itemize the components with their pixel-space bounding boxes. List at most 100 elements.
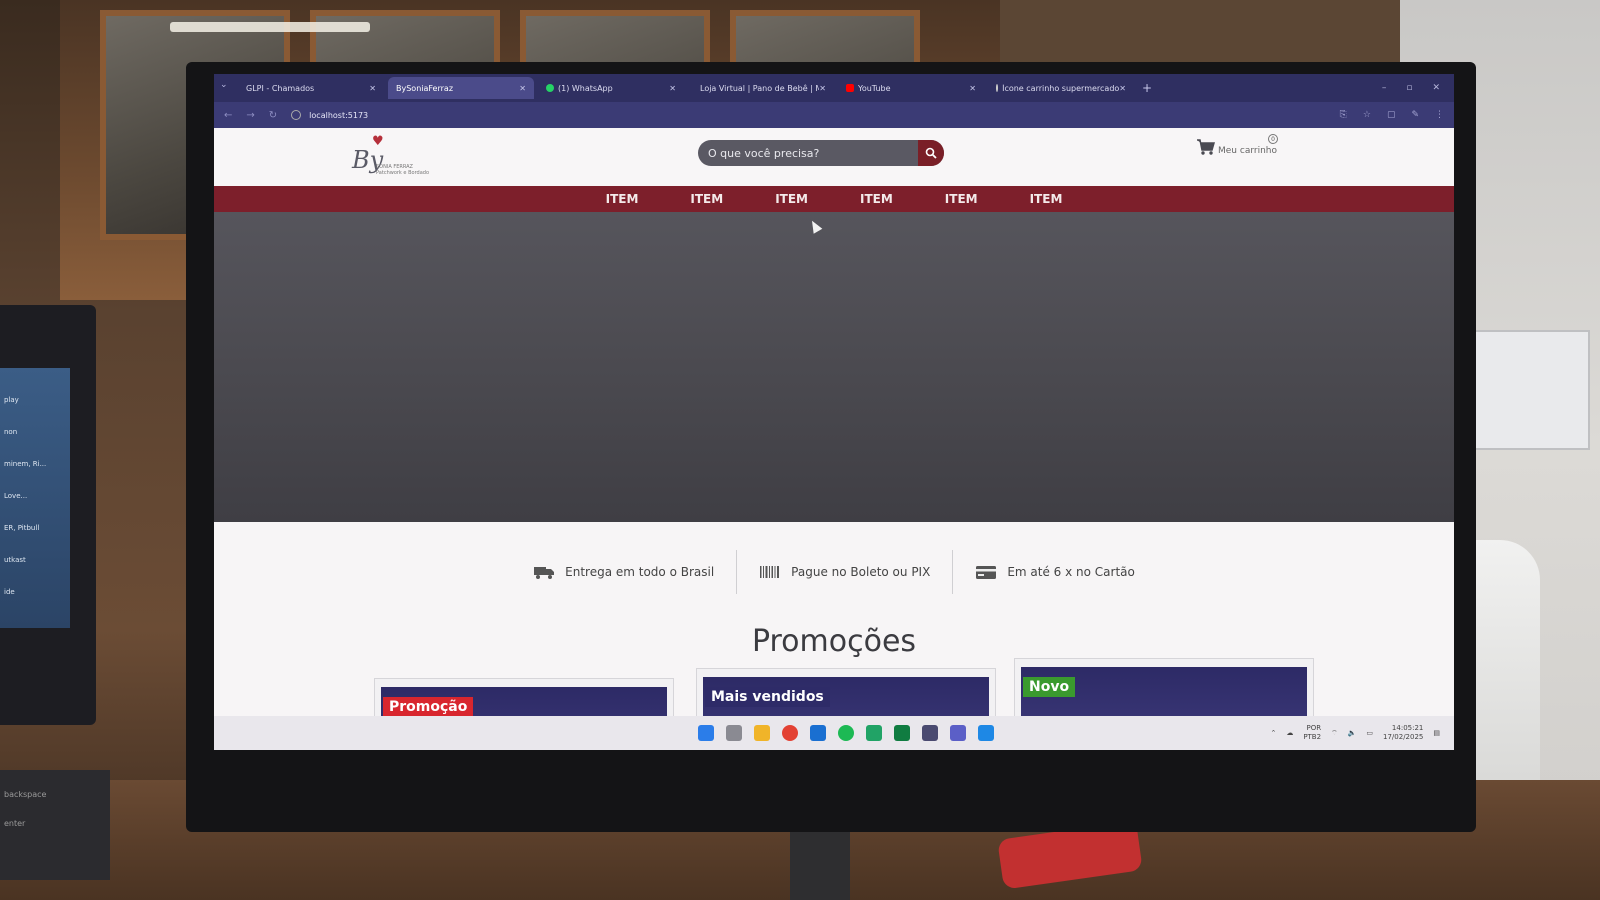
wifi-icon[interactable]: ⌔ — [1331, 729, 1338, 738]
window-controls: – ▫ ✕ — [1382, 83, 1454, 93]
nav-item[interactable]: ITEM — [606, 192, 639, 206]
tab-title: Ícone carrinho supermercado — [1002, 83, 1120, 93]
benefits-strip: Entrega em todo o Brasil Pague no Boleto… — [214, 522, 1454, 622]
laptop-keyboard: backspace enter — [0, 770, 110, 880]
nav-item[interactable]: ITEM — [775, 192, 808, 206]
browser-tab-active[interactable]: BySoniaFerraz ✕ — [388, 77, 534, 99]
search-icon — [925, 147, 937, 159]
url-text: localhost:5173 — [309, 110, 369, 120]
browser-tab[interactable]: Ícone carrinho supermercado ✕ — [988, 77, 1134, 99]
logo-subtitle: SONIA FERRAZ Patchwork e Bordado — [376, 164, 430, 176]
lang-top: POR — [1306, 724, 1322, 732]
back-icon[interactable]: ← — [224, 110, 232, 121]
search-button[interactable] — [918, 140, 944, 166]
translate-icon[interactable]: ⎘ — [1340, 110, 1347, 120]
tab-title: (1) WhatsApp — [558, 83, 613, 93]
laptop-line: non — [4, 428, 18, 436]
spotify-icon[interactable] — [838, 725, 854, 741]
globe-icon — [996, 84, 999, 92]
cart-button[interactable]: Meu carrinho 0 — [1196, 134, 1278, 156]
sheets-icon[interactable] — [866, 725, 882, 741]
laptop-line: minem, Ri... — [4, 460, 47, 468]
tab-search-icon[interactable]: ⌄ — [220, 80, 238, 96]
minimize-icon[interactable]: – — [1382, 83, 1387, 93]
extensions-icon[interactable]: ▢ — [1387, 110, 1396, 120]
close-icon[interactable]: ✕ — [969, 84, 976, 93]
close-icon[interactable]: ✕ — [1119, 84, 1126, 93]
bookmark-star-icon[interactable]: ☆ — [1363, 110, 1371, 120]
excel-icon[interactable] — [894, 725, 910, 741]
browser-addressbar: ← → ↻ localhost:5173 ⎘ ☆ ▢ ✎ ⋮ — [214, 102, 1454, 128]
search-placeholder: O que você precisa? — [708, 146, 820, 160]
laptop-line: play — [4, 396, 19, 404]
category-nav: ITEM ITEM ITEM ITEM ITEM ITEM — [214, 186, 1454, 212]
notification-icon[interactable]: ▤ — [1433, 729, 1440, 737]
card-tag-promo: Promoção — [383, 697, 474, 717]
search-input[interactable]: O que você precisa? — [698, 140, 944, 166]
forward-icon[interactable]: → — [246, 110, 254, 121]
vscode-icon[interactable] — [978, 725, 994, 741]
ceiling-light — [170, 22, 370, 32]
taskbar-apps — [698, 725, 994, 741]
system-tray: ⌃ ☁ POR PTB2 ⌔ 🔈 ▭ 14:05:21 17/02/2025 ▤ — [1270, 724, 1440, 742]
language-indicator[interactable]: POR PTB2 — [1303, 724, 1321, 742]
close-icon[interactable]: ✕ — [519, 84, 526, 93]
laptop-line: ide — [4, 588, 15, 596]
laptop-line: ER, Pitbull — [4, 524, 40, 532]
youtube-icon — [846, 84, 854, 92]
file-explorer-icon[interactable] — [754, 725, 770, 741]
barcode-icon — [760, 566, 780, 578]
close-icon[interactable]: ✕ — [369, 84, 376, 93]
app-icon[interactable] — [950, 725, 966, 741]
benefit-text: Pague no Boleto ou PIX — [791, 565, 931, 579]
nav-item[interactable]: ITEM — [690, 192, 723, 206]
tab-title: GLPI - Chamados — [246, 83, 315, 93]
lang-bottom: PTB2 — [1303, 733, 1322, 741]
close-icon[interactable]: ✕ — [669, 84, 676, 93]
clock[interactable]: 14:05:21 17/02/2025 — [1383, 724, 1423, 742]
site-info-icon[interactable] — [291, 110, 302, 120]
cart-icon — [1197, 139, 1215, 155]
clock-time: 14:05:21 — [1391, 724, 1424, 732]
battery-icon[interactable]: ▭ — [1366, 729, 1373, 737]
key-label: backspace — [4, 790, 47, 799]
section-title: Promoções — [751, 624, 917, 659]
card-tag-bestsellers: Mais vendidos — [705, 687, 830, 707]
laptop-screen: play non minem, Ri... Love... ER, Pitbul… — [0, 368, 70, 628]
benefit-text: Entrega em todo o Brasil — [565, 565, 715, 579]
browser-tab[interactable]: GLPI - Chamados ✕ — [238, 77, 384, 99]
start-windows-icon[interactable] — [698, 725, 714, 741]
tab-title: BySoniaFerraz — [396, 83, 454, 93]
menu-dots-icon[interactable]: ⋮ — [1435, 110, 1444, 120]
url-field[interactable]: localhost:5173 — [291, 110, 368, 120]
toolbar-actions: ⎘ ☆ ▢ ✎ ⋮ — [1340, 110, 1444, 120]
close-window-icon[interactable]: ✕ — [1432, 83, 1440, 93]
new-tab-button[interactable]: + — [1142, 81, 1152, 95]
site-logo[interactable]: ♥ By SONIA FERRAZ Patchwork e Bordado — [350, 134, 440, 182]
nav-item[interactable]: ITEM — [860, 192, 893, 206]
chevron-up-icon[interactable]: ⌃ — [1270, 729, 1276, 737]
cart-label: Meu carrinho — [1218, 146, 1277, 156]
profile-icon[interactable]: ✎ — [1411, 110, 1419, 120]
credit-card-icon — [976, 566, 997, 579]
chrome-icon[interactable] — [782, 725, 798, 741]
task-view-icon[interactable] — [726, 725, 742, 741]
truck-icon — [534, 567, 555, 579]
browser-tab[interactable]: (1) WhatsApp ✕ — [538, 77, 684, 99]
maximize-icon[interactable]: ▫ — [1406, 83, 1412, 93]
reload-icon[interactable]: ↻ — [269, 110, 277, 121]
monitor-screen: ⌄ GLPI - Chamados ✕ BySoniaFerraz ✕ (1) … — [214, 74, 1454, 750]
hero-banner[interactable] — [214, 212, 1454, 522]
outlook-icon[interactable] — [810, 725, 826, 741]
onedrive-icon[interactable]: ☁ — [1286, 729, 1293, 737]
browser-tab[interactable]: Loja Virtual | Pano de Bebê | M ✕ — [688, 77, 834, 99]
key-label: enter — [4, 819, 26, 828]
clock-date: 17/02/2025 — [1383, 733, 1424, 741]
nav-item[interactable]: ITEM — [945, 192, 978, 206]
browser-tab[interactable]: YouTube ✕ — [838, 77, 984, 99]
close-icon[interactable]: ✕ — [819, 84, 826, 93]
volume-icon[interactable]: 🔈 — [1348, 729, 1357, 737]
teams-icon[interactable] — [922, 725, 938, 741]
nav-item[interactable]: ITEM — [1030, 192, 1063, 206]
benefit-delivery: Entrega em todo o Brasil — [511, 550, 736, 594]
